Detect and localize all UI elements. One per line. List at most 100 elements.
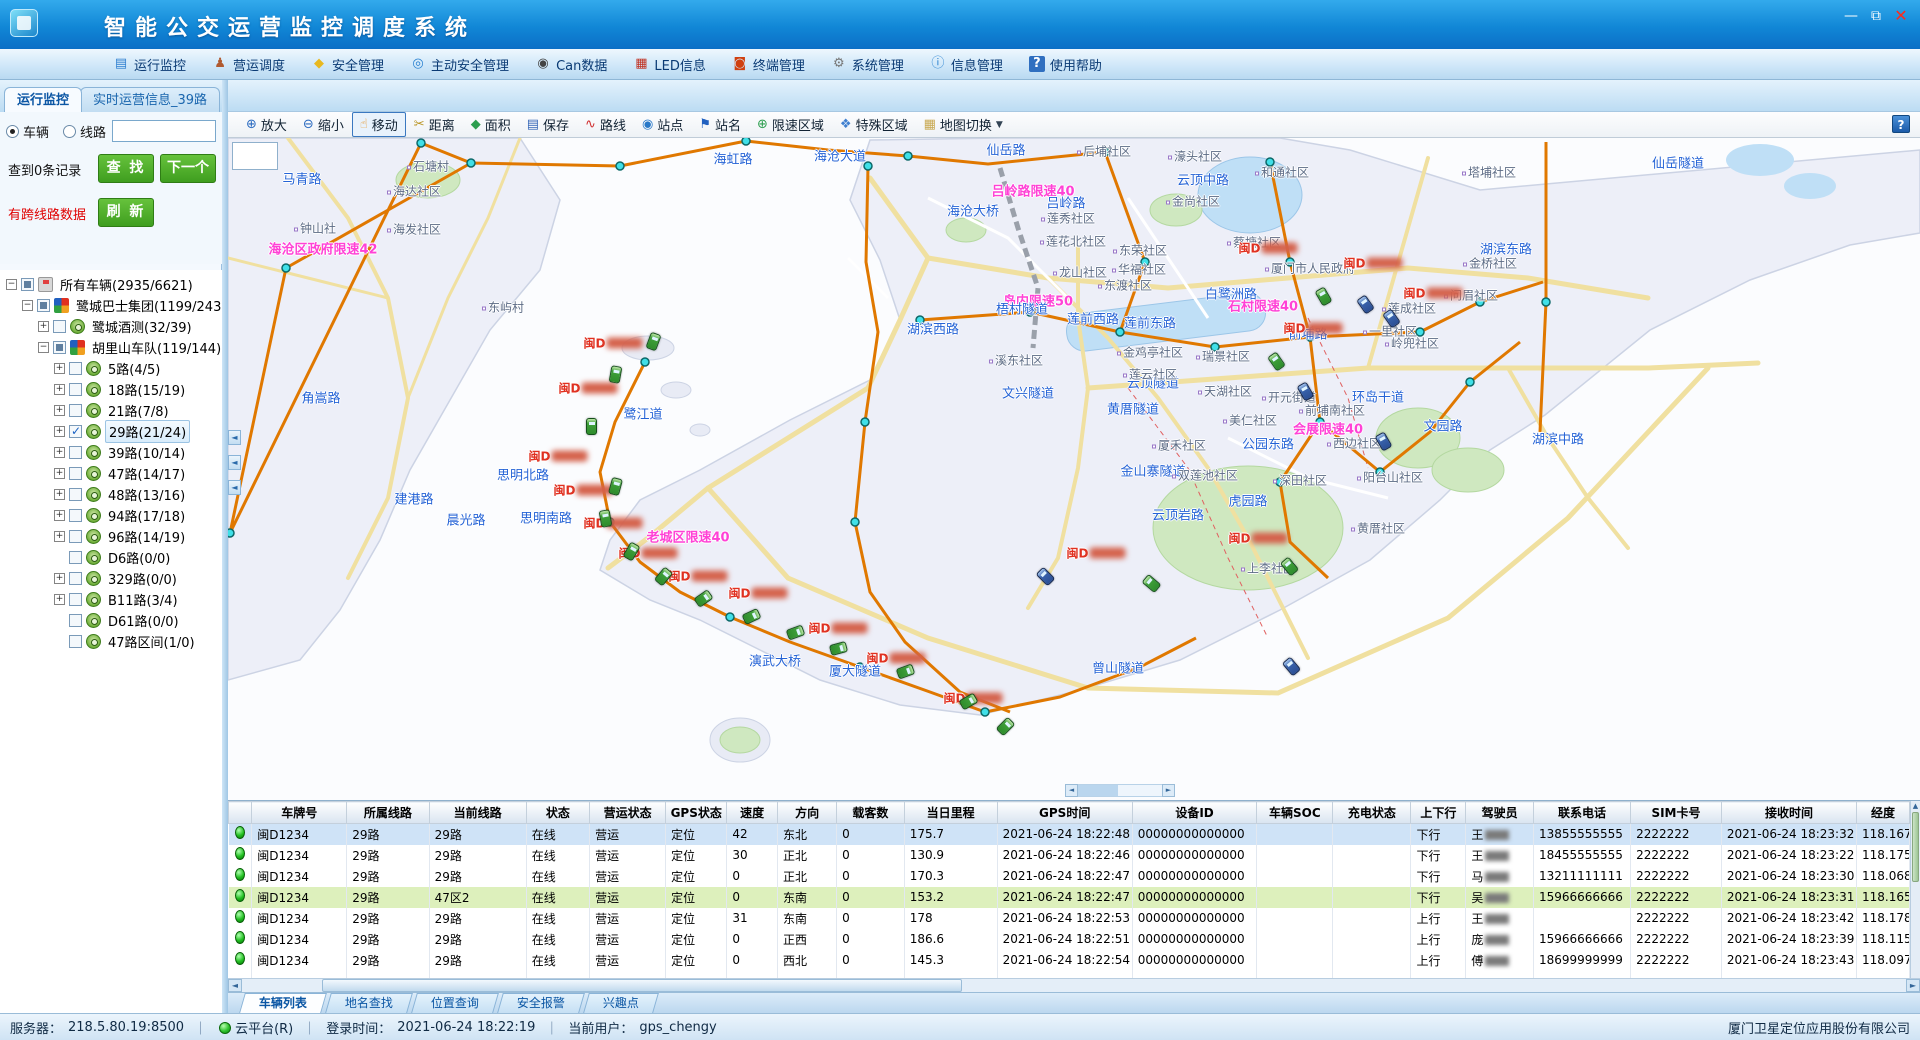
tool-area[interactable]: ◆面积 bbox=[463, 112, 519, 137]
menu-item-7[interactable]: ◙终端管理 bbox=[719, 49, 818, 79]
tree-checkbox[interactable] bbox=[69, 488, 82, 501]
toolbar-help-icon[interactable]: ? bbox=[1892, 115, 1910, 133]
column-header[interactable]: 所属线路 bbox=[347, 802, 429, 824]
menu-item-2[interactable]: ♟营运调度 bbox=[199, 49, 298, 79]
tree-checkbox[interactable] bbox=[69, 362, 82, 375]
column-header[interactable]: 方向 bbox=[778, 802, 837, 824]
table-row[interactable]: 闽D123429路29路在线营运定位0西北0145.32021-06-24 18… bbox=[229, 950, 1910, 971]
column-header[interactable]: 充电状态 bbox=[1333, 802, 1411, 824]
tree-item-94路[interactable]: +94路(17/18) bbox=[0, 505, 222, 526]
scroll-left-icon[interactable]: ◄ bbox=[228, 979, 242, 992]
line-radio[interactable] bbox=[63, 125, 76, 138]
bottom-tab-车辆列表[interactable]: 车辆列表 bbox=[239, 993, 327, 1013]
map-pager-button[interactable]: ◄ bbox=[228, 455, 241, 470]
maximize-button[interactable]: ⧉ bbox=[1865, 6, 1887, 26]
tool-distance[interactable]: ✂距离 bbox=[406, 112, 463, 137]
expand-icon[interactable]: + bbox=[54, 531, 65, 542]
map-overview-box[interactable] bbox=[232, 142, 278, 170]
expand-icon[interactable]: + bbox=[54, 447, 65, 458]
column-header[interactable]: 营运状态 bbox=[590, 802, 666, 824]
tree-item-18路[interactable]: +18路(15/19) bbox=[0, 379, 222, 400]
tree-item-5路[interactable]: +5路(4/5) bbox=[0, 358, 222, 379]
menu-item-5[interactable]: ◉Can数据 bbox=[522, 49, 620, 79]
next-button[interactable]: 下一个 bbox=[160, 154, 216, 183]
tree-item-21路[interactable]: +21路(7/8) bbox=[0, 400, 222, 421]
column-header[interactable]: 经度 bbox=[1857, 802, 1910, 824]
scroll-right-icon[interactable]: ► bbox=[1906, 979, 1920, 992]
tree-item-鹭城酒测[interactable]: +鹭城酒测(32/39) bbox=[0, 316, 222, 337]
column-header[interactable]: SIM卡号 bbox=[1631, 802, 1722, 824]
menu-item-8[interactable]: ⚙系统管理 bbox=[818, 49, 917, 79]
search-input[interactable] bbox=[112, 120, 216, 142]
tree-checkbox[interactable] bbox=[53, 320, 66, 333]
tool-special-zone[interactable]: ❖特殊区域 bbox=[832, 112, 916, 137]
tree-item-39路[interactable]: +39路(10/14) bbox=[0, 442, 222, 463]
expand-icon[interactable]: + bbox=[54, 489, 65, 500]
tree-item-胡里山车队[interactable]: −胡里山车队(119/144) bbox=[0, 337, 222, 358]
column-header[interactable]: 状态 bbox=[526, 802, 589, 824]
expand-icon[interactable]: + bbox=[54, 573, 65, 584]
bottom-tab-安全报警[interactable]: 安全报警 bbox=[497, 993, 585, 1013]
column-header[interactable]: GPS时间 bbox=[997, 802, 1132, 824]
tree-checkbox[interactable] bbox=[69, 614, 82, 627]
column-header[interactable]: GPS状态 bbox=[666, 802, 727, 824]
bottom-tab-位置查询[interactable]: 位置查询 bbox=[411, 993, 499, 1013]
tree-checkbox[interactable] bbox=[69, 593, 82, 606]
tool-zoom-out[interactable]: ⊖缩小 bbox=[295, 112, 352, 137]
column-header[interactable]: 车牌号 bbox=[252, 802, 347, 824]
tree-checkbox[interactable] bbox=[69, 530, 82, 543]
tree-checkbox[interactable] bbox=[37, 299, 50, 312]
expand-icon[interactable]: + bbox=[54, 384, 65, 395]
tree-item-29路[interactable]: +29路(21/24) bbox=[0, 421, 222, 442]
bottom-tab-地名查找[interactable]: 地名查找 bbox=[325, 993, 413, 1013]
tool-route[interactable]: ∿路线 bbox=[577, 112, 634, 137]
tree-checkbox[interactable] bbox=[69, 425, 82, 438]
tree-checkbox[interactable] bbox=[69, 467, 82, 480]
column-header[interactable]: 车辆SOC bbox=[1257, 802, 1333, 824]
menu-item-6[interactable]: ▦LED信息 bbox=[620, 49, 718, 79]
expand-icon[interactable]: + bbox=[54, 510, 65, 521]
expand-icon[interactable]: + bbox=[54, 405, 65, 416]
close-button[interactable]: ✕ bbox=[1890, 6, 1912, 26]
tree-item-B11路[interactable]: +B11路(3/4) bbox=[0, 589, 222, 610]
collapse-icon[interactable] bbox=[54, 615, 65, 626]
tree-checkbox[interactable] bbox=[69, 551, 82, 564]
tree-checkbox[interactable] bbox=[69, 383, 82, 396]
tree-checkbox[interactable] bbox=[69, 635, 82, 648]
tree-item-48路[interactable]: +48路(13/16) bbox=[0, 484, 222, 505]
minimize-button[interactable]: — bbox=[1840, 6, 1862, 26]
expand-icon[interactable]: + bbox=[54, 363, 65, 374]
table-vertical-scrollbar[interactable]: ▲ bbox=[1910, 801, 1920, 979]
tree-checkbox[interactable] bbox=[53, 341, 66, 354]
menu-item-10[interactable]: ?使用帮助 bbox=[1016, 49, 1115, 79]
tool-save[interactable]: ▤保存 bbox=[519, 112, 577, 137]
scroll-right-icon[interactable]: ► bbox=[1162, 784, 1175, 797]
column-header[interactable]: 速度 bbox=[727, 802, 778, 824]
collapse-icon[interactable]: − bbox=[6, 279, 17, 290]
column-header[interactable]: 接收时间 bbox=[1721, 802, 1856, 824]
bottom-tab-兴趣点[interactable]: 兴趣点 bbox=[583, 993, 659, 1013]
scroll-thumb[interactable] bbox=[1078, 785, 1118, 796]
tree-checkbox[interactable] bbox=[69, 572, 82, 585]
expand-icon[interactable]: + bbox=[54, 594, 65, 605]
tree-checkbox[interactable] bbox=[69, 446, 82, 459]
vehicle-radio[interactable] bbox=[6, 125, 19, 138]
find-button[interactable]: 查 找 bbox=[98, 154, 154, 183]
tree-item-D6路[interactable]: D6路(0/0) bbox=[0, 547, 222, 568]
tree-item-96路[interactable]: +96路(14/19) bbox=[0, 526, 222, 547]
tree-item-所有车辆[interactable]: −所有车辆(2935/6621) bbox=[0, 274, 222, 295]
status-column-header[interactable] bbox=[229, 802, 252, 824]
table-row[interactable]: 闽D123429路29路在线营运定位42东北0175.72021-06-24 1… bbox=[229, 824, 1910, 845]
expand-icon[interactable]: + bbox=[38, 321, 49, 332]
scroll-thumb[interactable] bbox=[1912, 812, 1919, 882]
column-header[interactable]: 当前线路 bbox=[429, 802, 526, 824]
table-row[interactable]: 闽D123429路47区2在线营运定位0东南0153.22021-06-24 1… bbox=[229, 887, 1910, 908]
collapse-icon[interactable]: − bbox=[38, 342, 49, 353]
collapse-icon[interactable] bbox=[54, 552, 65, 563]
tree-checkbox[interactable] bbox=[69, 509, 82, 522]
tool-zoom-in[interactable]: ⊕放大 bbox=[238, 112, 295, 137]
bus-marker-icon[interactable] bbox=[586, 418, 597, 435]
tab-realtime-info[interactable]: 实时运营信息_39路 bbox=[80, 87, 220, 112]
scroll-thumb[interactable] bbox=[322, 979, 962, 992]
tool-map-switch[interactable]: ▦地图切换▼ bbox=[916, 112, 1011, 137]
